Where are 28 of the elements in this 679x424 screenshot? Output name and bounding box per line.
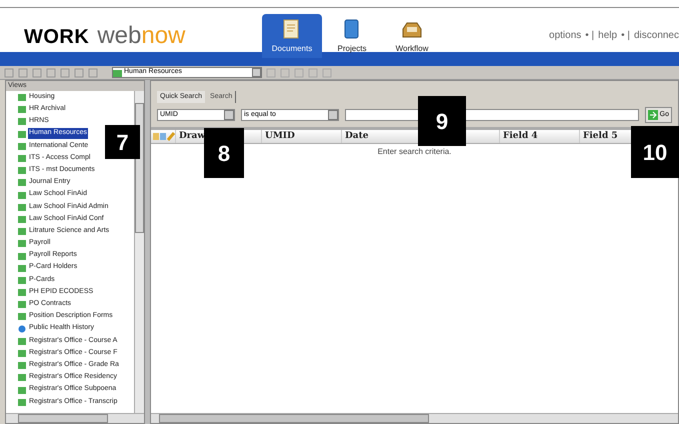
logo-text: WORK <box>24 25 90 50</box>
arrow-icon <box>648 110 658 120</box>
workflow-icon <box>401 21 423 39</box>
nav-tab[interactable]: Documents <box>262 14 322 58</box>
logo-text: webnow <box>97 21 186 51</box>
column-header: UMID <box>261 130 341 144</box>
file-type-icons <box>153 132 175 141</box>
scrollbar[interactable] <box>151 413 678 423</box>
column-header: Field 4 <box>499 130 579 144</box>
folder-icon <box>113 68 122 76</box>
callout-overlay: 9 <box>418 96 466 146</box>
callout-overlay: 10 <box>631 126 679 178</box>
header-link[interactable]: disconnec <box>634 28 679 43</box>
scrollbar[interactable] <box>6 413 144 423</box>
header-link[interactable]: options <box>549 28 582 43</box>
callout-overlay: 7 <box>105 125 140 159</box>
projects-icon <box>343 19 361 39</box>
callout-overlay: 8 <box>204 128 244 178</box>
dropdown-icon <box>328 110 338 120</box>
header-link[interactable]: help <box>598 28 618 43</box>
separator: • | <box>585 29 594 43</box>
nav-tab[interactable]: Projects <box>322 14 382 58</box>
empty-message: Enter search criteria. <box>378 146 452 158</box>
documents-icon <box>283 19 301 39</box>
scrollbar[interactable] <box>134 91 144 413</box>
circle-icon <box>18 324 26 333</box>
separator: • | <box>621 29 630 43</box>
dropdown-icon <box>224 110 234 120</box>
